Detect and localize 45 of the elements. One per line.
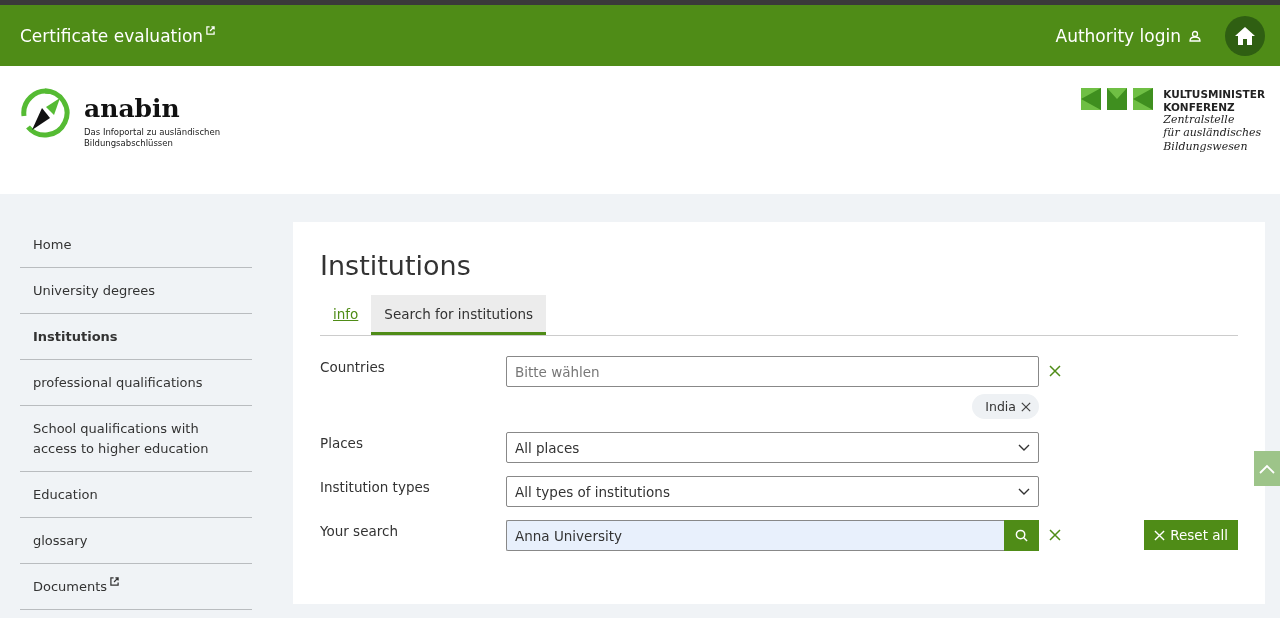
sidebar-item[interactable]: glossary [20,518,252,564]
sidebar-item[interactable]: Home [20,222,252,268]
tab[interactable]: info [320,295,372,335]
sidebar-item[interactable]: Documents [20,564,252,610]
kmk-name: KONFERENZ [1163,100,1236,114]
authority-login-link[interactable]: Authority login [1055,25,1201,46]
tab[interactable]: Search for institutions [371,295,546,335]
clear-icon[interactable] [1049,529,1063,543]
clear-icon[interactable] [1049,365,1063,379]
country-chip[interactable]: India [972,394,1039,419]
sidebar-item[interactable]: professional qualifications [20,360,252,406]
dropdown-field[interactable]: All places [506,432,1039,463]
compass-logo-icon [20,88,70,138]
sidebar-item[interactable]: Education [20,472,252,518]
sidebar-item[interactable]: University degrees [20,268,252,314]
kmk-subtitle: Bildungswesen [1163,139,1249,153]
home-button[interactable] [1225,15,1265,56]
field-label: Places [320,434,364,451]
logo-wordmark: anabin [84,94,181,123]
chevron-down-icon [1018,443,1030,452]
search-field[interactable]: Anna University [506,520,1004,551]
field-label: Your search [320,522,399,539]
external-link-icon [206,25,216,35]
chevron-up-icon [1259,463,1275,474]
countries-field[interactable]: Bitte wählen [506,356,1039,387]
reset-all-button[interactable]: Reset all [1144,520,1238,550]
kmk-logo-icon [1081,88,1154,110]
field-label: Institution types [320,478,431,495]
close-icon [1154,529,1166,541]
search-button[interactable] [1004,520,1039,551]
page-title: Institutions [320,250,472,281]
kmk-subtitle: Zentralstelle [1163,113,1236,127]
chevron-down-icon [1018,487,1030,496]
remove-icon[interactable] [1021,401,1031,412]
certificate-evaluation-link[interactable]: Certificate evaluation [20,25,216,46]
sidebar-item[interactable]: Institutions [20,314,252,360]
sidebar-item[interactable]: School qualifications with access to higher education [20,406,252,472]
logo-tagline: Das Infoportal zu ausländischen Bildungsabschlüssen [84,127,222,150]
kmk-name: KULTUSMINISTER [1163,88,1265,101]
house-icon [1234,25,1256,46]
search-icon [1015,529,1028,542]
dropdown-field[interactable]: All types of institutions [506,476,1039,507]
field-label: Countries [320,358,386,375]
kmk-subtitle: für ausländisches [1163,126,1263,140]
user-icon [1189,29,1201,42]
